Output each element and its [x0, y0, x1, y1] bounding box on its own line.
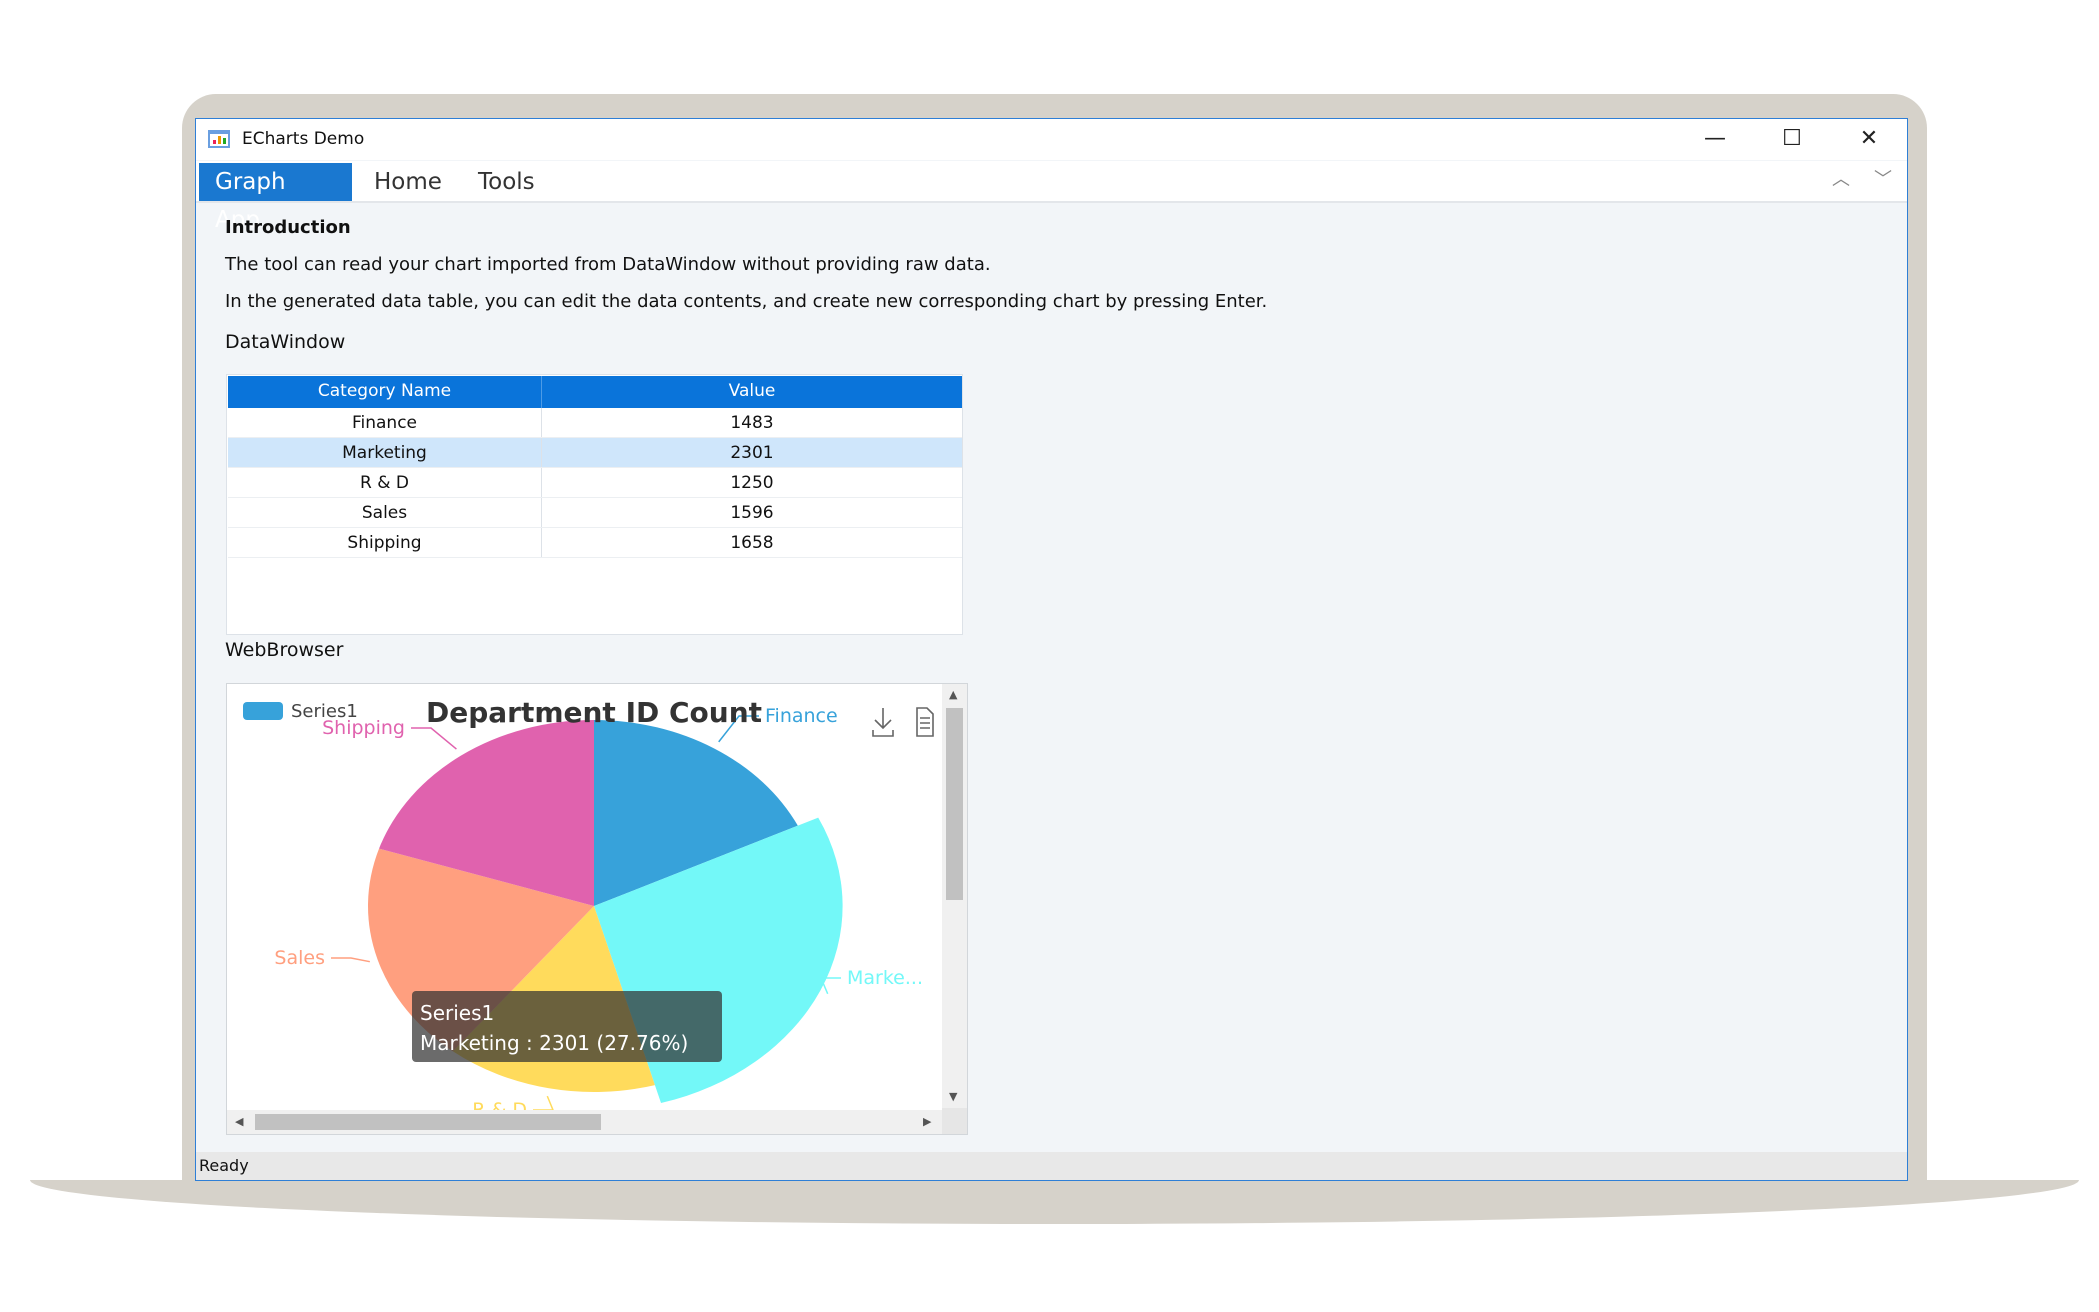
- tab-home[interactable]: Home: [358, 163, 458, 201]
- intro-heading: Introduction: [225, 217, 351, 238]
- legend-swatch[interactable]: [243, 702, 283, 720]
- cell-category[interactable]: Sales: [228, 498, 542, 527]
- status-bar: Ready: [196, 1152, 1907, 1180]
- tab-tools[interactable]: Tools: [462, 163, 551, 201]
- scroll-up-arrow-icon[interactable]: ▲: [949, 688, 957, 701]
- horizontal-scroll-thumb[interactable]: [255, 1114, 601, 1130]
- scroll-right-arrow-icon[interactable]: ▶: [923, 1115, 931, 1128]
- label-leader-line: [411, 727, 457, 750]
- vertical-scrollbar[interactable]: ▲ ▼: [942, 684, 967, 1110]
- webbrowser-panel[interactable]: Finance Marke... R & D Sales Shipping Departm…: [226, 683, 968, 1135]
- window-title: ECharts Demo: [242, 129, 365, 149]
- scroll-left-arrow-icon[interactable]: ◀: [235, 1115, 243, 1128]
- column-header-category[interactable]: Category Name: [228, 376, 542, 408]
- pie-label: R & D: [472, 1099, 527, 1110]
- tooltip-series: Series1: [420, 1001, 494, 1025]
- table-row[interactable]: R & D 1250: [228, 468, 962, 498]
- cell-category[interactable]: Finance: [228, 408, 542, 437]
- vertical-scroll-thumb[interactable]: [946, 708, 963, 900]
- close-button[interactable]: ✕: [1849, 123, 1889, 155]
- menu-bar: Graph App Home Tools ︿ ﹀: [196, 161, 1907, 233]
- pie-label: Marke...: [847, 967, 923, 989]
- pie-label: Finance: [765, 705, 838, 727]
- table-header: Category Name Value: [228, 376, 962, 408]
- cell-category[interactable]: Shipping: [228, 528, 542, 557]
- chart-tooltip: Series1 Marketing : 2301 (27.76%): [412, 991, 722, 1062]
- minimize-button[interactable]: —: [1695, 123, 1735, 155]
- cell-category[interactable]: R & D: [228, 468, 542, 497]
- app-window: ECharts Demo — ☐ ✕ Graph App Home Tools …: [195, 118, 1908, 1181]
- horizontal-scrollbar[interactable]: ◀ ▶: [227, 1110, 943, 1134]
- chart-title: Department ID Count: [426, 696, 762, 729]
- intro-line-2: In the generated data table, you can edi…: [225, 291, 1268, 312]
- column-header-value[interactable]: Value: [542, 376, 962, 406]
- tab-graph-app[interactable]: Graph App: [199, 163, 352, 233]
- webbrowser-label: WebBrowser: [225, 639, 344, 661]
- pie-chart[interactable]: FinanceMarke...R & DSalesShipping Departm…: [227, 684, 943, 1110]
- legend-item-series1[interactable]: Series1: [291, 701, 358, 722]
- datawindow-label: DataWindow: [225, 331, 346, 353]
- chevron-up-icon[interactable]: ︿: [1832, 165, 1850, 191]
- cell-value[interactable]: 1596: [542, 498, 962, 528]
- download-icon[interactable]: [872, 708, 894, 737]
- laptop-base: [30, 1180, 2079, 1224]
- cell-value[interactable]: 1658: [542, 528, 962, 558]
- label-leader-line: [331, 957, 370, 963]
- maximize-button[interactable]: ☐: [1772, 123, 1812, 155]
- datawindow-table[interactable]: Category Name Value Finance 1483 Marketing…: [226, 374, 963, 635]
- tooltip-value: Marketing : 2301 (27.76%): [420, 1031, 688, 1055]
- label-leader-line: [533, 1095, 554, 1110]
- intro-line-1: The tool can read your chart imported fr…: [225, 254, 991, 275]
- cell-value[interactable]: 1250: [542, 468, 962, 498]
- chevron-down-icon[interactable]: ﹀: [1874, 165, 1892, 191]
- scrollbar-corner: [942, 1108, 967, 1134]
- app-chart-icon: [208, 130, 230, 148]
- scroll-down-arrow-icon[interactable]: ▼: [949, 1090, 957, 1103]
- cell-value[interactable]: 1483: [542, 408, 962, 438]
- table-row[interactable]: Shipping 1658: [228, 528, 962, 558]
- table-row[interactable]: Marketing 2301: [228, 438, 962, 468]
- pie-label: Sales: [274, 947, 325, 969]
- cell-category[interactable]: Marketing: [228, 438, 542, 467]
- data-view-icon[interactable]: [916, 707, 934, 737]
- table-row[interactable]: Finance 1483: [228, 408, 962, 438]
- cell-value[interactable]: 2301: [542, 438, 962, 468]
- title-bar: ECharts Demo — ☐ ✕: [196, 119, 1907, 160]
- table-row[interactable]: Sales 1596: [228, 498, 962, 528]
